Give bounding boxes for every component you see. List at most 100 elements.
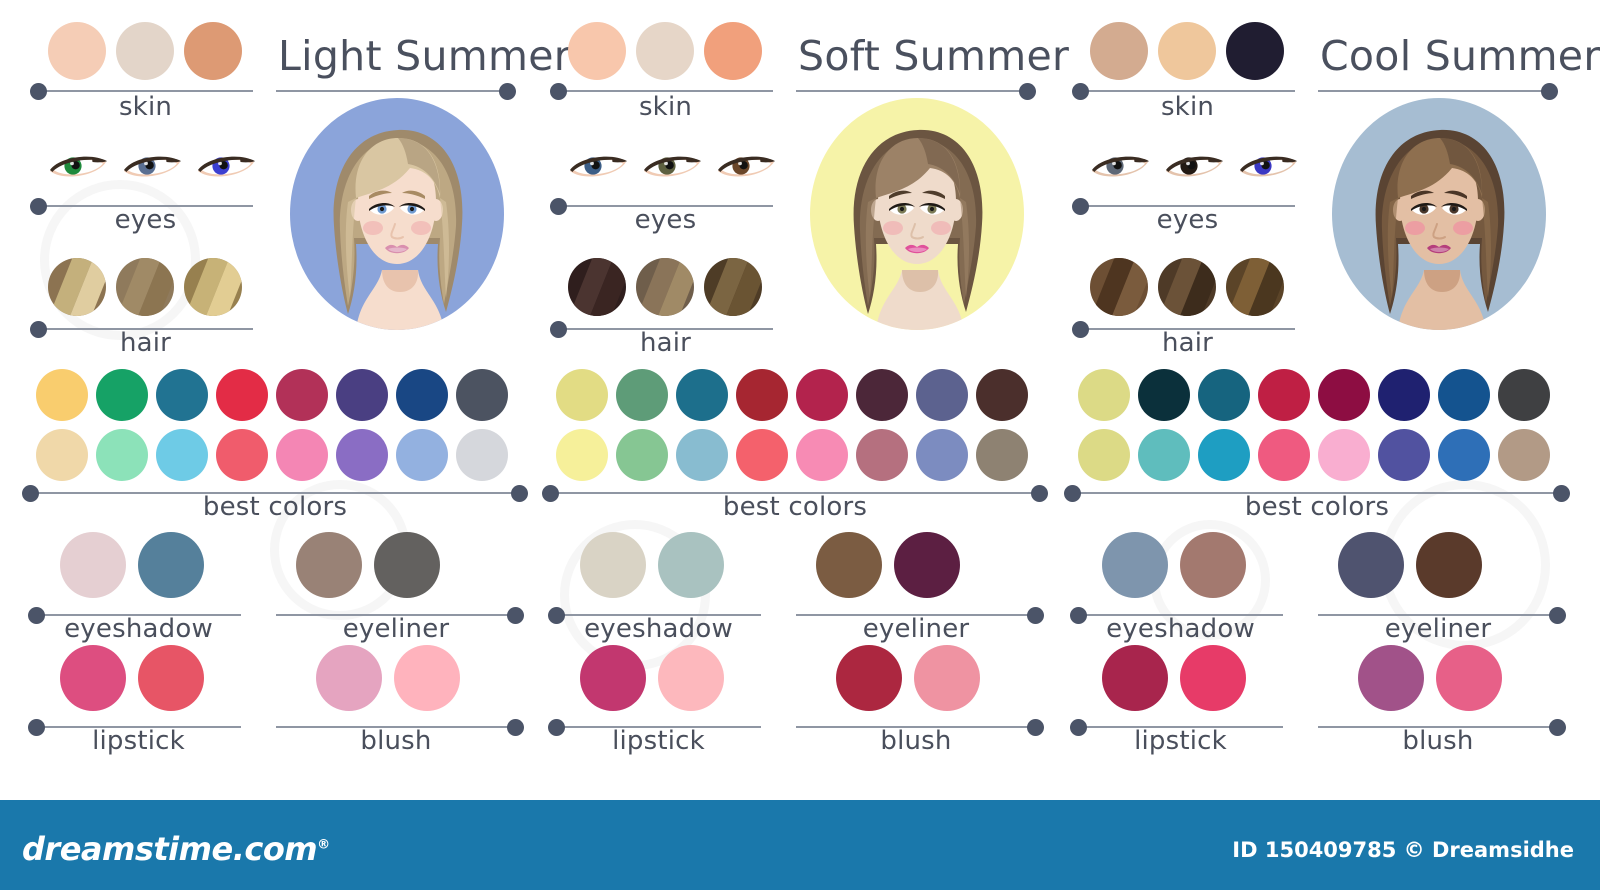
eyeliner-swatch-row [296,532,440,598]
eye-icon-3 [1238,150,1298,184]
best-color-1-6 [1378,369,1430,421]
eye-icon-1 [568,150,628,184]
eye-icon-2 [642,150,702,184]
season-title-soft-summer: Soft Summer [798,32,1070,80]
best-color-1-2 [616,369,668,421]
lipstick-swatch-2 [138,645,204,711]
blush-swatch-1 [316,645,382,711]
best-color-2-6 [336,429,388,481]
hair-swatch-2 [1158,258,1216,316]
eyeshadow-swatch-2 [658,532,724,598]
portrait-cool-summer [1332,98,1546,330]
hair-swatch-3 [184,258,242,316]
best-color-2-1 [556,429,608,481]
footer-watermark-bar: dreamstime.com® ID 150409785 © Dreamsidh… [0,800,1600,890]
best-color-2-4 [1258,429,1310,481]
best-color-2-5 [276,429,328,481]
best-color-1-7 [396,369,448,421]
lipstick-swatch-2 [658,645,724,711]
registered-mark-icon: ® [317,837,330,853]
blush-swatch-row [1358,645,1502,711]
eye-swatch-row [568,150,776,184]
hair-swatch-1 [1090,258,1148,316]
hair-swatch-2 [636,258,694,316]
blush-swatch-row [316,645,460,711]
eyeshadow-label: eyeshadow [1106,614,1255,644]
rule-end-dot [1019,83,1036,100]
season-title-cool-summer: Cool Summer [1320,32,1600,80]
best-color-2-5 [1318,429,1370,481]
rule-end-dot [499,83,516,100]
eyeshadow-swatch-row [60,532,204,598]
eyeshadow-label: eyeshadow [584,614,733,644]
skin-swatch-2 [1158,22,1216,80]
best-color-2-1 [1078,429,1130,481]
eyeshadow-swatch-2 [138,532,204,598]
best-color-1-6 [336,369,388,421]
blush-swatch-row [836,645,980,711]
best-color-1-6 [856,369,908,421]
best-color-2-3 [676,429,728,481]
portrait-soft-summer [810,98,1024,330]
best-color-1-5 [1318,369,1370,421]
blush-swatch-2 [1436,645,1502,711]
best-color-1-3 [1198,369,1250,421]
best-color-2-6 [856,429,908,481]
image-credit: ID 150409785 © Dreamsidhe [1232,838,1574,862]
hair-swatch-row [568,258,762,316]
season-title-light-summer: Light Summer [278,32,571,80]
best-color-2-2 [616,429,668,481]
hair-swatch-row [1090,258,1284,316]
lipstick-label: lipstick [1134,726,1227,756]
eyes-label: eyes [634,205,697,235]
skin-swatch-3 [184,22,242,80]
best-color-2-1 [36,429,88,481]
lipstick-swatch-row [580,645,724,711]
best-color-1-2 [96,369,148,421]
best-color-1-5 [796,369,848,421]
blush-swatch-1 [1358,645,1424,711]
eyeshadow-swatch-row [1102,532,1246,598]
eyeliner-swatch-row [1338,532,1482,598]
skin-label: skin [1160,92,1215,122]
best-colors-grid [36,369,508,481]
hair-swatch-row [48,258,242,316]
best-color-2-4 [216,429,268,481]
best-color-2-8 [456,429,508,481]
best-color-1-8 [1498,369,1550,421]
eyeshadow-swatch-2 [1180,532,1246,598]
skin-swatch-1 [1090,22,1148,80]
best-color-1-3 [676,369,728,421]
hair-swatch-1 [48,258,106,316]
eye-icon-2 [1164,150,1224,184]
best-colors-row-1 [556,369,1028,421]
rule-end-dot [1541,83,1558,100]
lipstick-swatch-row [60,645,204,711]
hair-label: hair [1161,328,1214,358]
eyes-label: eyes [1156,205,1219,235]
blush-swatch-2 [914,645,980,711]
hair-swatch-3 [1226,258,1284,316]
eyeliner-swatch-1 [1338,532,1404,598]
skin-swatch-1 [48,22,106,80]
season-column-soft-summer: skin eyes hair Soft Summer best colors eyesha… [528,0,1069,775]
best-color-1-7 [1438,369,1490,421]
best-color-1-1 [556,369,608,421]
best-color-2-7 [1438,429,1490,481]
infographic-root: skin eyes hair Light Summer best colors eyesh… [0,0,1600,890]
brand-text: dreamstime.com [22,830,318,868]
eyeliner-label: eyeliner [862,614,970,644]
eyeliner-swatch-2 [894,532,960,598]
dreamstime-logo: dreamstime.com® [22,830,330,868]
best-color-1-5 [276,369,328,421]
best-colors-label: best colors [1244,492,1390,522]
best-color-1-7 [916,369,968,421]
skin-swatch-2 [636,22,694,80]
season-column-light-summer: skin eyes hair Light Summer best colors eyesh… [8,0,571,775]
lipstick-swatch-row [1102,645,1246,711]
blush-label: blush [1402,726,1474,756]
eyeliner-swatch-1 [816,532,882,598]
best-color-2-5 [796,429,848,481]
eyeliner-label: eyeliner [1384,614,1492,644]
blush-label: blush [360,726,432,756]
